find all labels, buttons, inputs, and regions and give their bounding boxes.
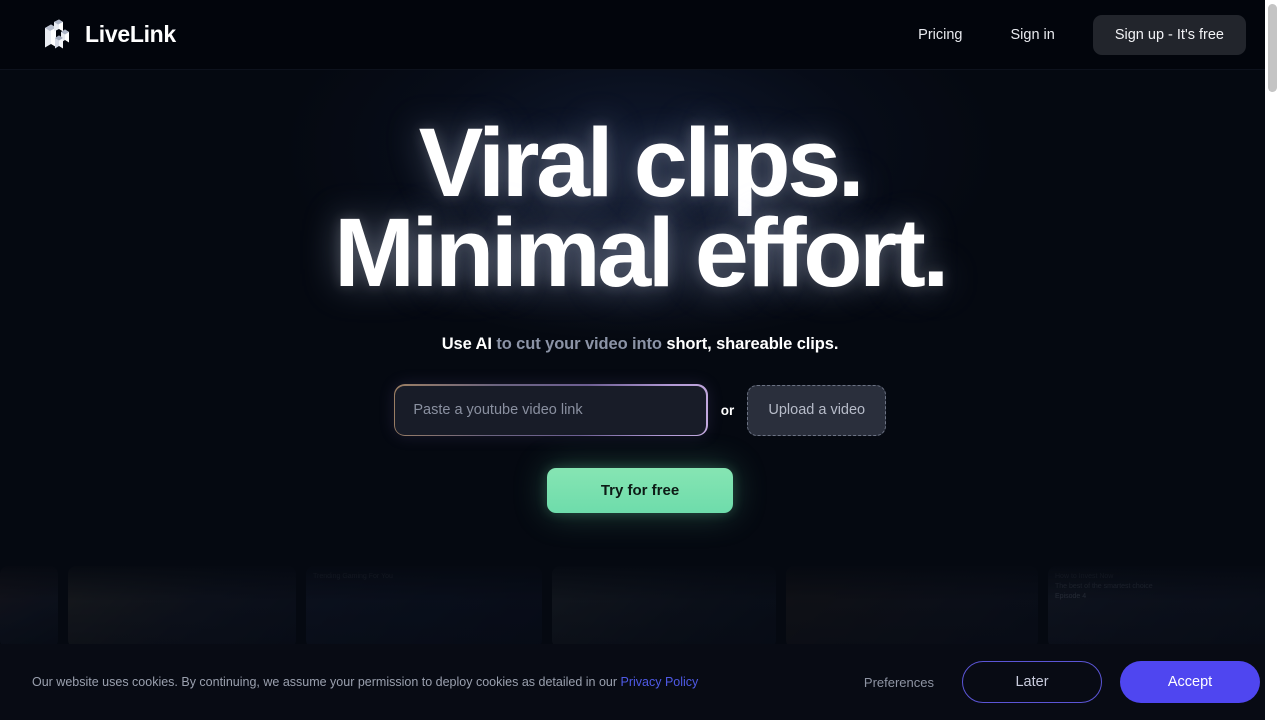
subtitle-tail: short, shareable clips. (666, 335, 839, 354)
primary-nav: Pricing Sign in Sign up - It's free (894, 14, 1246, 55)
thumbnail-image (786, 566, 1038, 648)
page-root: LiveLink Pricing Sign in Sign up - It's … (0, 0, 1280, 720)
hero-section: Viral clips. Minimal effort. Use AI to c… (0, 70, 1280, 514)
video-thumbnail (552, 566, 776, 648)
privacy-policy-link[interactable]: Privacy Policy (621, 675, 699, 689)
youtube-link-field-wrapper (393, 384, 708, 437)
accept-button[interactable]: Accept (1120, 661, 1260, 703)
try-for-free-button[interactable]: Try for free (547, 468, 733, 514)
upload-video-button[interactable]: Upload a video (747, 384, 887, 436)
preferences-link[interactable]: Preferences (864, 675, 934, 690)
video-thumbnail (0, 566, 58, 648)
brand-name: LiveLink (85, 21, 176, 47)
youtube-link-input[interactable] (395, 386, 707, 435)
headline-line-2: Minimal effort. (334, 198, 949, 308)
nav-link-sign-in[interactable]: Sign in (987, 17, 1079, 53)
hero-subtitle: Use AI to cut your video into short, sha… (442, 335, 839, 354)
video-thumbnail: How to Invest Now The best of the smarte… (1048, 566, 1278, 648)
or-separator-label: or (720, 402, 735, 418)
nav-link-pricing[interactable]: Pricing (894, 17, 986, 53)
cookie-consent-banner: Our website uses cookies. By continuing,… (0, 644, 1280, 720)
thumbnail-image (0, 566, 58, 648)
thumbnail-image (552, 566, 776, 648)
cookie-message-text: Our website uses cookies. By continuing,… (32, 675, 621, 689)
thumbnail-image (68, 566, 296, 648)
thumbnail-caption: Trending Gaming For You (313, 573, 393, 580)
subtitle-muted: to cut your video into (491, 335, 667, 354)
site-header: LiveLink Pricing Sign in Sign up - It's … (0, 0, 1280, 70)
video-input-row: or Upload a video (393, 384, 887, 437)
brand[interactable]: LiveLink (42, 19, 176, 51)
video-thumbnail (786, 566, 1038, 648)
subtitle-lead: Use AI (441, 335, 492, 354)
sign-up-button[interactable]: Sign up - It's free (1092, 14, 1246, 55)
thumbnail-caption: How to Invest Now The best of the smarte… (1055, 573, 1153, 601)
page-title: Viral clips. Minimal effort. (334, 114, 949, 308)
cookie-message: Our website uses cookies. By continuing,… (32, 675, 864, 689)
later-button[interactable]: Later (962, 661, 1102, 703)
page-scrollbar[interactable] (1265, 0, 1280, 720)
scrollbar-thumb[interactable] (1268, 4, 1277, 92)
video-thumbnail (68, 566, 296, 648)
video-thumbnail: Trending Gaming For You (306, 566, 542, 648)
isometric-blocks-logo-icon (45, 19, 69, 48)
cookie-actions: Preferences Later Accept (864, 661, 1260, 703)
